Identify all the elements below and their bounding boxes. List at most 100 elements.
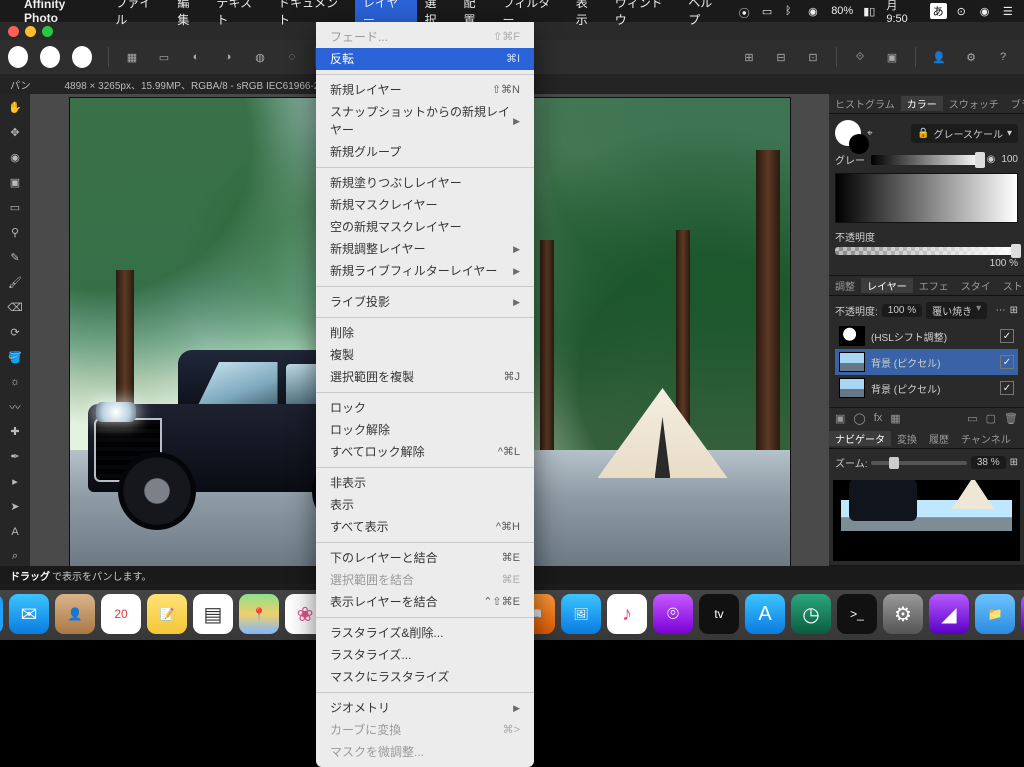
battery-icon[interactable]: ▮▯ — [863, 5, 876, 17]
auto-contrast-icon[interactable]: ◑ — [215, 44, 241, 70]
dock-reminders[interactable]: ▤ — [193, 594, 233, 634]
menu-item[interactable]: 表示レイヤーを結合⌃⇧⌘E — [316, 591, 534, 613]
dock-maps[interactable]: 📍 — [239, 594, 279, 634]
dock-contacts[interactable]: 👤 — [55, 594, 95, 634]
zoom-slider[interactable] — [871, 461, 966, 465]
insert-target-icon[interactable]: ▣ — [879, 44, 905, 70]
dock-safari[interactable]: 🧭 — [0, 594, 3, 634]
transform-icon[interactable]: ⟐ — [847, 44, 873, 70]
dock-appstore[interactable]: A — [745, 594, 785, 634]
zoom-tool[interactable]: ⌕ — [5, 547, 25, 566]
zoom-value[interactable]: 38 % — [971, 456, 1006, 469]
menubar-item[interactable]: 編集 — [177, 0, 200, 28]
dock-preview[interactable]: 🖼 — [561, 594, 601, 634]
menu-item[interactable]: 表示 — [316, 494, 534, 516]
menubar-item[interactable]: ウィンドウ — [615, 0, 672, 28]
group-icon[interactable]: ▭ — [967, 412, 977, 425]
siri-icon[interactable]: ◉ — [980, 5, 993, 17]
move-tool[interactable]: ✥ — [5, 123, 25, 142]
minimize-window-button[interactable] — [25, 26, 36, 37]
panel-tab[interactable]: ヒストグラム — [829, 96, 901, 111]
menu-item[interactable]: ロック — [316, 397, 534, 419]
crop-tool[interactable]: ▣ — [5, 173, 25, 192]
menubar-item[interactable]: ヘルプ — [688, 0, 722, 28]
opacity-value[interactable]: 100 % — [990, 258, 1018, 269]
dock-systemprefs[interactable]: ⚙ — [883, 594, 923, 634]
doc-icon[interactable]: ▭ — [151, 44, 177, 70]
open-icon[interactable]: ▦ — [119, 44, 145, 70]
layer-visibility-toggle[interactable]: ✓ — [1000, 381, 1014, 395]
menu-item[interactable]: 新規グループ — [316, 141, 534, 163]
account-icon[interactable]: 👤 — [926, 44, 952, 70]
blend-mode-select[interactable]: 覆い焼き▾ — [926, 302, 987, 319]
panel-tab[interactable]: ストッ — [997, 278, 1024, 293]
clone-tool[interactable]: ⟳ — [5, 323, 25, 342]
menu-item[interactable]: 下のレイヤーと結合⌘E — [316, 547, 534, 569]
layer-row[interactable]: 背景 (ピクセル)✓ — [835, 375, 1018, 401]
layer-opacity-field[interactable]: 100 % — [882, 304, 922, 317]
gray-slider[interactable] — [871, 155, 981, 165]
dock-terminal[interactable]: >_ — [837, 594, 877, 634]
panel-tab[interactable]: スタイ — [955, 278, 997, 293]
menu-item[interactable]: 新規ライブフィルターレイヤー — [316, 260, 534, 282]
layer-row[interactable]: (HSLシフト調整)✓ — [835, 323, 1018, 349]
dock-affinity[interactable]: ◢ — [929, 594, 969, 634]
auto-wb-icon[interactable]: ◌ — [279, 44, 305, 70]
layer-visibility-toggle[interactable]: ✓ — [1000, 329, 1014, 343]
notifications-icon[interactable]: ☰ — [1003, 5, 1016, 17]
zoom-window-button[interactable] — [42, 26, 53, 37]
smudge-tool[interactable]: 〰 — [5, 397, 25, 416]
color-well[interactable] — [835, 120, 861, 146]
fill-tool[interactable]: 🪣 — [5, 348, 25, 367]
close-window-button[interactable] — [8, 26, 19, 37]
layer-menu-dropdown[interactable]: フェード...⇧⌘F反転⌘I新規レイヤー⇧⌘Nスナップショットからの新規レイヤー… — [316, 22, 534, 767]
lock-children-icon[interactable]: ⊡ — [800, 44, 826, 70]
color-picker-tool[interactable]: ◉ — [5, 148, 25, 167]
panel-tab[interactable]: スウォッチ — [943, 96, 1005, 111]
color-mode-select[interactable]: 🔒 グレースケール ▾ — [911, 124, 1018, 143]
erase-tool[interactable]: ⌫ — [5, 298, 25, 317]
dock-mail[interactable]: ✉ — [9, 594, 49, 634]
add-adjustment-icon[interactable]: ▣ — [835, 412, 845, 425]
help-icon[interactable]: ? — [990, 44, 1016, 70]
menu-item[interactable]: 反転⌘I — [316, 48, 534, 70]
paint-tool[interactable]: 🖌 — [5, 273, 25, 292]
add-live-icon[interactable]: ▦ — [890, 412, 900, 425]
menu-item[interactable]: ラスタライズ&削除... — [316, 622, 534, 644]
freehand-tool[interactable]: ✎ — [5, 248, 25, 267]
menu-item[interactable]: 新規塗りつぶしレイヤー — [316, 172, 534, 194]
assistant-icon[interactable]: ⚙ — [958, 44, 984, 70]
panel-tab[interactable]: チャンネル — [955, 431, 1017, 446]
dock-notes[interactable]: 📝 — [147, 594, 187, 634]
menu-item[interactable]: 新規レイヤー⇧⌘N — [316, 79, 534, 101]
play-tool[interactable]: ▸ — [5, 472, 25, 491]
menu-item[interactable]: ライブ投影 — [316, 291, 534, 313]
add-fx-icon[interactable]: fx — [874, 412, 883, 425]
panel-tab[interactable]: カラー — [901, 96, 943, 111]
add-mask-icon[interactable]: ◯ — [853, 412, 865, 425]
menu-item[interactable]: すべてロック解除^⌘L — [316, 441, 534, 463]
spotlight-icon[interactable]: ⊙ — [957, 5, 970, 17]
airdrop-icon[interactable]: ⦿ — [739, 5, 752, 17]
menu-item[interactable]: 新規マスクレイヤー — [316, 194, 534, 216]
add-layer-icon[interactable]: ▢ — [986, 412, 996, 425]
clock[interactable]: 月 9:50 — [886, 0, 919, 25]
force-pixel-icon[interactable]: ⊟ — [768, 44, 794, 70]
layer-options-icon[interactable]: ⋯ — [996, 305, 1006, 316]
heal-tool[interactable]: ✚ — [5, 422, 25, 441]
menu-item[interactable]: 削除 — [316, 322, 534, 344]
marquee-tool[interactable]: ▭ — [5, 198, 25, 217]
eyedropper-icon[interactable]: ⌖ — [867, 128, 873, 139]
auto-colors-icon[interactable]: ◍ — [247, 44, 273, 70]
dodge-tool[interactable]: ☼ — [5, 372, 25, 391]
menubar-item[interactable]: テキスト — [216, 0, 262, 28]
panel-tab[interactable]: レイヤー — [861, 278, 913, 293]
menu-item[interactable]: ロック解除 — [316, 419, 534, 441]
menubar-appname[interactable]: Affinity Photo — [24, 0, 99, 25]
navigator-view[interactable] — [833, 480, 1020, 561]
display-icon[interactable]: ▭ — [762, 5, 775, 17]
zoom-menu-icon[interactable]: ⊞ — [1010, 457, 1018, 468]
snapping-icon[interactable]: ⊞ — [736, 44, 762, 70]
menu-item[interactable]: 非表示 — [316, 472, 534, 494]
dock-podcasts[interactable]: ⌾ — [653, 594, 693, 634]
